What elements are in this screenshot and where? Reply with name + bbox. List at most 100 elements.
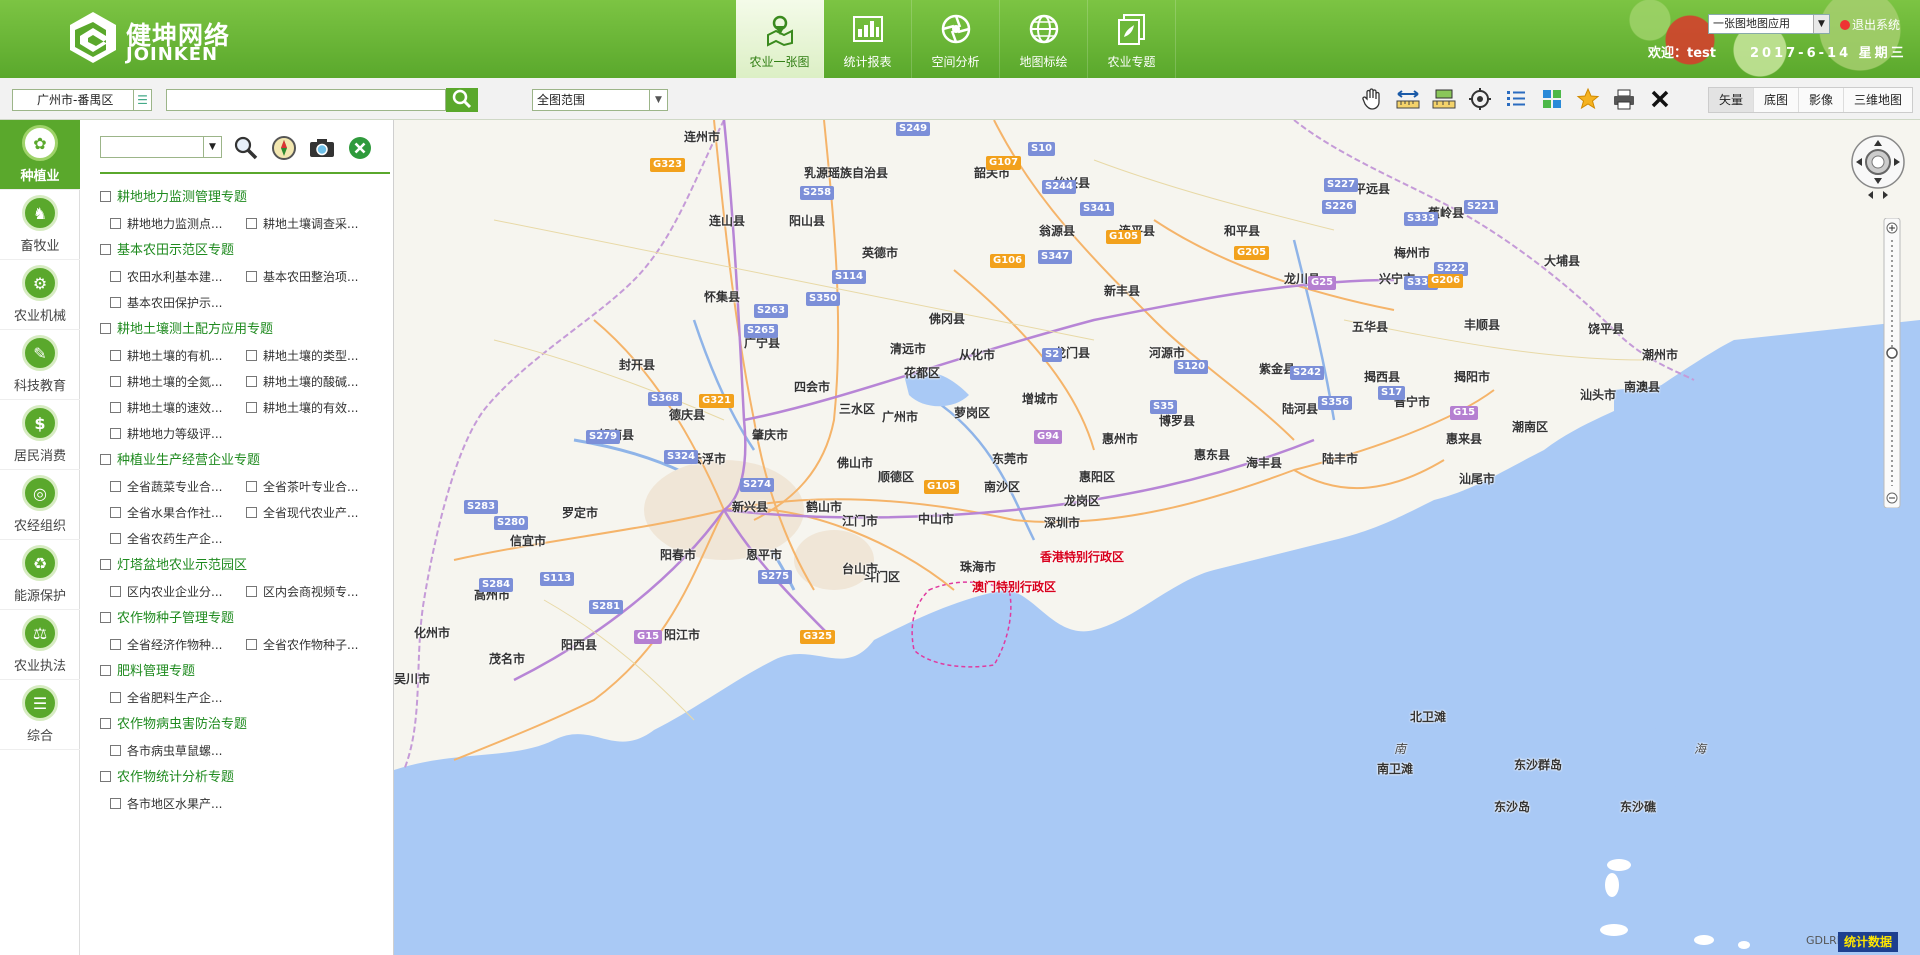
maptype-vector[interactable]: 矢量 [1709, 88, 1755, 112]
grid-tool[interactable] [1534, 84, 1570, 114]
layer-select[interactable]: ▼ [100, 136, 222, 158]
layer-item[interactable]: 全省农作物种子... [246, 632, 382, 658]
map-pan-control[interactable] [1848, 132, 1908, 199]
checkbox[interactable] [110, 798, 121, 809]
layer-item[interactable]: 耕地土壤的酸碱... [246, 369, 382, 395]
layer-item[interactable]: 全省蔬菜专业合... [110, 474, 246, 500]
checkbox[interactable] [110, 639, 121, 650]
maptype-base[interactable]: 底图 [1754, 88, 1800, 112]
layer-group[interactable]: 农作物统计分析专题 [100, 764, 393, 791]
nav-stat-report[interactable]: 统计报表 [824, 0, 912, 78]
layer-item[interactable]: 全省经济作物种... [110, 632, 246, 658]
checkbox[interactable] [110, 533, 121, 544]
layer-item[interactable]: 全省水果合作社... [110, 500, 246, 526]
nav-agri-topic[interactable]: 农业专题 [1088, 0, 1176, 78]
category-item[interactable]: ⚖ 农业执法 [0, 610, 80, 680]
checkbox[interactable] [110, 297, 121, 308]
checkbox[interactable] [246, 271, 257, 282]
layer-search-button[interactable] [232, 134, 260, 162]
list-icon[interactable]: ☰ [133, 90, 151, 110]
layer-item[interactable]: 耕地地力等级评... [110, 421, 246, 447]
checkbox[interactable] [100, 191, 111, 202]
category-item[interactable]: ✿ 种植业 [0, 120, 80, 190]
checkbox[interactable] [246, 350, 257, 361]
measure-area-tool[interactable] [1426, 84, 1462, 114]
layer-item[interactable]: 区内会商视频专... [246, 579, 382, 605]
layer-group[interactable]: 耕地地力监测管理专题 [100, 184, 393, 211]
favorite-tool[interactable] [1570, 84, 1606, 114]
layer-item[interactable]: 全省农药生产企... [110, 526, 246, 552]
measure-distance-tool[interactable] [1390, 84, 1426, 114]
category-item[interactable]: ☰ 综合 [0, 680, 80, 750]
layer-item[interactable]: 全省现代农业产... [246, 500, 382, 526]
app-select[interactable]: 一张图地图应用 ▼ [1708, 14, 1830, 34]
map-view[interactable]: 连州市乳源瑶族自治县韶关市始兴县平远县蕉岭县连山县阳山县翁源县连平县和平县梅州市… [394, 120, 1920, 955]
print-tool[interactable] [1606, 84, 1642, 114]
maptype-3d[interactable]: 三维地图 [1844, 88, 1912, 112]
compass-button[interactable] [270, 134, 298, 162]
checkbox[interactable] [100, 665, 111, 676]
checkbox[interactable] [246, 218, 257, 229]
search-input[interactable] [166, 89, 446, 111]
checkbox[interactable] [100, 559, 111, 570]
checkbox[interactable] [246, 586, 257, 597]
checkbox[interactable] [100, 771, 111, 782]
checkbox[interactable] [246, 639, 257, 650]
checkbox[interactable] [246, 376, 257, 387]
region-selector[interactable]: 广州市-番禺区 ☰ [12, 89, 152, 111]
locate-tool[interactable] [1462, 84, 1498, 114]
scope-select[interactable]: 全图范围 ▼ [532, 89, 668, 111]
layer-group[interactable]: 肥料管理专题 [100, 658, 393, 685]
layer-group[interactable]: 农作物病虫害防治专题 [100, 711, 393, 738]
pan-tool[interactable] [1354, 84, 1390, 114]
clear-tool[interactable] [1642, 84, 1678, 114]
layer-item[interactable]: 耕地土壤的有机... [110, 343, 246, 369]
layer-item[interactable]: 基本农田整治项... [246, 264, 382, 290]
nav-agri-map[interactable]: 农业一张图 [736, 0, 824, 78]
checkbox[interactable] [110, 218, 121, 229]
zoom-slider[interactable] [1880, 217, 1904, 509]
checkbox[interactable] [110, 402, 121, 413]
checkbox[interactable] [110, 586, 121, 597]
layer-item[interactable]: 耕地土壤的全氮... [110, 369, 246, 395]
logout-link[interactable]: 退出系统 [1840, 16, 1900, 33]
checkbox[interactable] [110, 350, 121, 361]
checkbox[interactable] [100, 244, 111, 255]
layer-item[interactable]: 耕地土壤调查采... [246, 211, 382, 237]
layer-item[interactable]: 耕地土壤的有效... [246, 395, 382, 421]
layer-item[interactable]: 各市地区水果产... [110, 791, 246, 817]
layer-group[interactable]: 基本农田示范区专题 [100, 237, 393, 264]
checkbox[interactable] [100, 612, 111, 623]
layer-item[interactable]: 耕地土壤的速效... [110, 395, 246, 421]
search-button[interactable] [446, 88, 478, 112]
checkbox[interactable] [246, 481, 257, 492]
layer-item[interactable]: 耕地土壤的类型... [246, 343, 382, 369]
layer-item[interactable]: 各市病虫草鼠螺... [110, 738, 246, 764]
layer-item[interactable]: 基本农田保护示... [110, 290, 246, 316]
layer-item[interactable]: 农田水利基本建... [110, 264, 246, 290]
maptype-imagery[interactable]: 影像 [1799, 88, 1845, 112]
nav-map-plot[interactable]: 地图标绘 [1000, 0, 1088, 78]
layer-list-tool[interactable] [1498, 84, 1534, 114]
category-item[interactable]: ♻ 能源保护 [0, 540, 80, 610]
layer-item[interactable]: 全省茶叶专业合... [246, 474, 382, 500]
layer-item[interactable]: 全省肥料生产企... [110, 685, 246, 711]
checkbox[interactable] [110, 745, 121, 756]
layer-group[interactable]: 农作物种子管理专题 [100, 605, 393, 632]
checkbox[interactable] [246, 402, 257, 413]
checkbox[interactable] [100, 454, 111, 465]
checkbox[interactable] [110, 376, 121, 387]
checkbox[interactable] [110, 692, 121, 703]
checkbox[interactable] [110, 481, 121, 492]
nav-spatial-analysis[interactable]: 空间分析 [912, 0, 1000, 78]
checkbox[interactable] [110, 507, 121, 518]
close-panel-button[interactable] [346, 134, 374, 162]
checkbox[interactable] [246, 507, 257, 518]
checkbox[interactable] [110, 271, 121, 282]
layer-group[interactable]: 种植业生产经营企业专题 [100, 447, 393, 474]
category-item[interactable]: $ 居民消费 [0, 400, 80, 470]
stats-data-button[interactable]: 统计数据 [1838, 932, 1899, 952]
layer-group[interactable]: 耕地土壤测土配方应用专题 [100, 316, 393, 343]
camera-button[interactable] [308, 134, 336, 162]
category-item[interactable]: ✎ 科技教育 [0, 330, 80, 400]
